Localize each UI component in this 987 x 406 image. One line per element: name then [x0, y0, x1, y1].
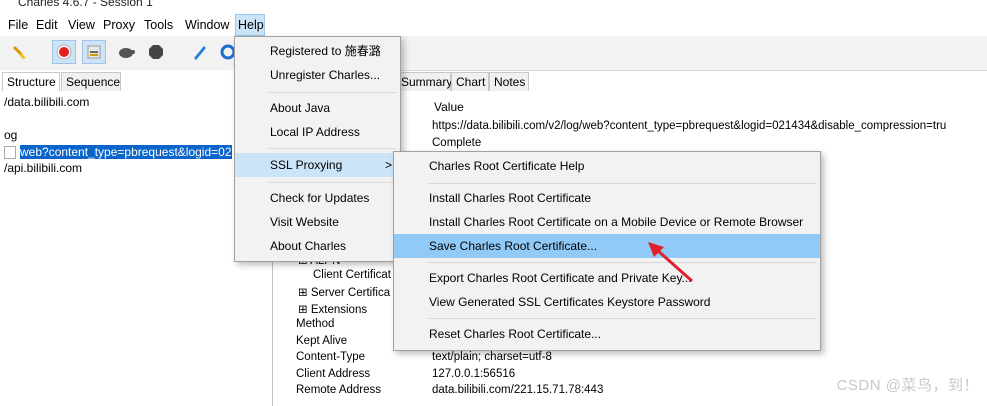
tree-row-label: Server Certifica [310, 287, 391, 299]
url-value: https://data.bilibili.com/v2/log/web?con… [432, 120, 947, 132]
menu-window[interactable]: Window [183, 14, 231, 36]
menu-bar: File Edit View Proxy Tools Window Help [0, 14, 987, 36]
menu-tools[interactable]: Tools [142, 14, 175, 36]
prop-value: data.bilibili.com/221.15.71.78:443 [432, 384, 604, 396]
tree-row-extensions[interactable]: ⊞ Extensions [298, 302, 367, 316]
menu-save-cert[interactable]: Save Charles Root Certificate... [394, 234, 820, 258]
menu-help[interactable]: Help [235, 14, 265, 36]
annotation-arrow-icon [648, 242, 693, 283]
menu-separator [269, 92, 396, 93]
window-title: Charles 4.6.7 - Session 1 [18, 0, 153, 9]
tab-summary[interactable]: Summary [397, 72, 452, 91]
menu-about-java[interactable]: About Java [235, 96, 400, 120]
tree-request-selected[interactable]: web?content_type=pbrequest&logid=02 [0, 145, 232, 160]
pen-icon[interactable] [188, 40, 212, 64]
menu-unregister[interactable]: Unregister Charles... [235, 63, 400, 87]
prop-name: Remote Address [296, 384, 382, 396]
value-column-header: Value [434, 100, 464, 114]
menu-view-keystore[interactable]: View Generated SSL Certificates Keystore… [394, 290, 820, 314]
prop-value: 127.0.0.1:56516 [432, 368, 516, 380]
tree-row-server-cert[interactable]: ⊞ Server Certifica [298, 285, 390, 299]
menu-separator [269, 182, 396, 183]
menu-registered[interactable]: Registered to 施春潞 [235, 39, 400, 63]
file-icon [4, 146, 16, 160]
ssl-proxying-submenu: Charles Root Certificate Help Install Ch… [393, 151, 821, 351]
expand-icon[interactable]: ⊞ [298, 304, 311, 316]
structure-panel [0, 70, 272, 406]
menu-install-cert-mobile[interactable]: Install Charles Root Certificate on a Mo… [394, 210, 820, 234]
tree-host-api[interactable]: /api.bilibili.com [4, 161, 82, 175]
tab-structure[interactable]: Structure [2, 72, 60, 91]
menu-edit[interactable]: Edit [34, 14, 60, 36]
prop-name: Content-Type [296, 351, 366, 363]
menu-check-updates[interactable]: Check for Updates [235, 186, 400, 210]
menu-view[interactable]: View [66, 14, 97, 36]
prop-name: Kept Alive [296, 335, 348, 347]
prop-name: Method [296, 318, 335, 330]
menu-file[interactable]: File [6, 14, 30, 36]
status-value: Complete [432, 137, 482, 149]
menu-cert-help[interactable]: Charles Root Certificate Help [394, 154, 820, 178]
menu-about-charles[interactable]: About Charles [235, 234, 400, 258]
menu-separator [428, 262, 816, 263]
tree-row-client-cert[interactable]: Client Certificat [313, 269, 391, 281]
tab-sequence[interactable]: Sequence [61, 72, 121, 91]
broom-icon[interactable] [8, 40, 32, 64]
menu-export-cert[interactable]: Export Charles Root Certificate and Priv… [394, 266, 820, 290]
toolbar [0, 36, 987, 71]
tree-folder-log[interactable]: og [4, 128, 17, 142]
menu-ssl-proxying-label: SSL Proxying [270, 158, 343, 172]
hexagon-stop-icon[interactable] [144, 40, 168, 64]
menu-separator [428, 318, 816, 319]
help-menu: Registered to 施春潞 Unregister Charles... … [234, 36, 401, 262]
menu-install-cert[interactable]: Install Charles Root Certificate [394, 186, 820, 210]
csdn-watermark: CSDN @菜鸟，到！ [836, 377, 979, 394]
tree-host-data[interactable]: /data.bilibili.com [4, 95, 89, 109]
chevron-right-icon: > [384, 158, 392, 172]
expand-icon[interactable]: ⊞ [298, 287, 311, 299]
prop-value: text/plain; charset=utf-8 [432, 351, 552, 363]
prop-name: Client Address [296, 368, 371, 380]
menu-separator [269, 148, 396, 149]
menu-proxy[interactable]: Proxy [101, 14, 137, 36]
tab-chart[interactable]: Chart [451, 72, 489, 91]
menu-separator [428, 183, 816, 184]
tab-notes[interactable]: Notes [489, 72, 529, 91]
tree-row-label: Extensions [310, 304, 368, 316]
record-icon[interactable] [52, 40, 76, 64]
menu-local-ip[interactable]: Local IP Address [235, 120, 400, 144]
title-bar: Charles 4.6.7 - Session 1 [0, 0, 987, 14]
throttle-icon[interactable] [82, 40, 106, 64]
tree-request-label: web?content_type=pbrequest&logid=02 [20, 145, 232, 159]
menu-reset-cert[interactable]: Reset Charles Root Certificate... [394, 322, 820, 346]
menu-visit-website[interactable]: Visit Website [235, 210, 400, 234]
turtle-icon[interactable] [114, 40, 138, 64]
menu-ssl-proxying[interactable]: SSL Proxying > [235, 153, 400, 177]
